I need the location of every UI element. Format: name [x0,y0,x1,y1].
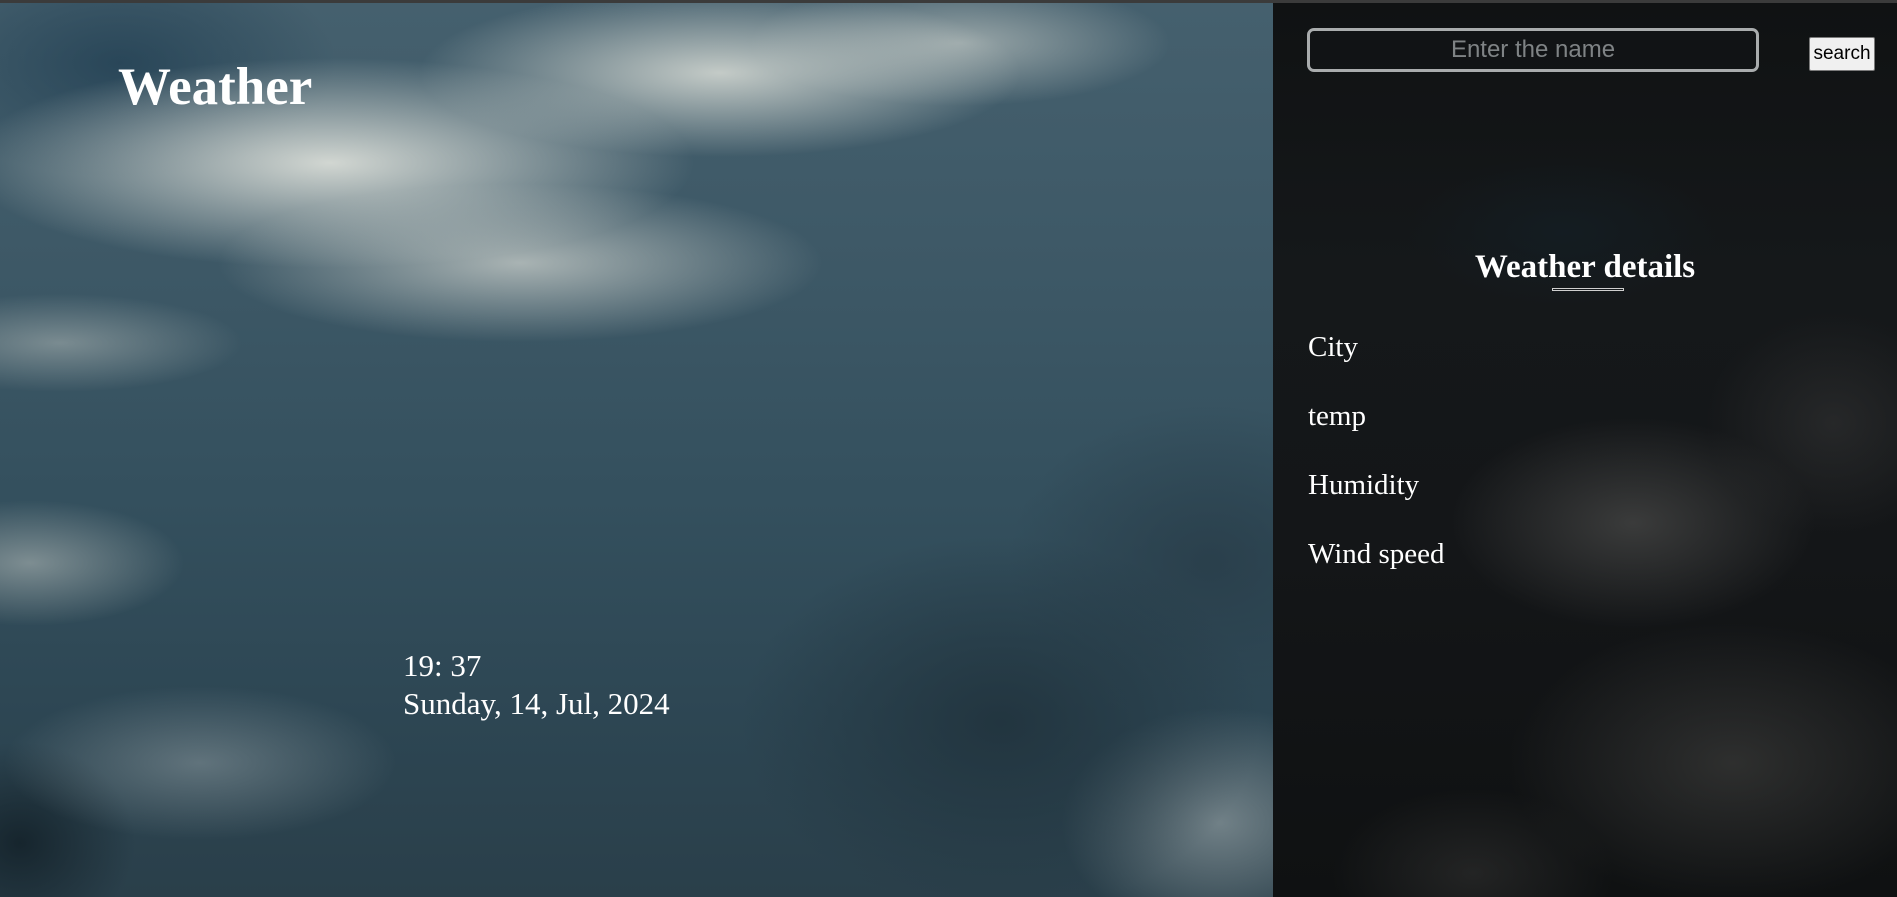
detail-item-city: City [1308,331,1358,363]
search-button[interactable]: search [1809,37,1875,71]
detail-item-humidity: Humidity [1308,469,1420,501]
hero-section: Weather 19: 37 Sunday, 14, Jul, 2024 [0,3,1273,897]
app-title: Weather [118,58,313,116]
details-list: City temp Humidity Wind speed [1308,329,1445,605]
city-search-input[interactable] [1307,28,1759,72]
details-title: Weather details [1474,249,1696,285]
browser-top-edge [0,0,1897,3]
detail-item-wind-speed: Wind speed [1308,538,1445,570]
weather-app: Weather 19: 37 Sunday, 14, Jul, 2024 sea… [0,0,1897,897]
datetime-display: 19: 37 Sunday, 14, Jul, 2024 [403,647,670,723]
current-date: Sunday, 14, Jul, 2024 [403,686,670,721]
detail-item-temp: temp [1308,400,1366,432]
current-time: 19: 37 [403,648,482,683]
title-underline [1552,288,1624,291]
details-panel: search Weather details City temp Humidit… [1273,3,1897,897]
